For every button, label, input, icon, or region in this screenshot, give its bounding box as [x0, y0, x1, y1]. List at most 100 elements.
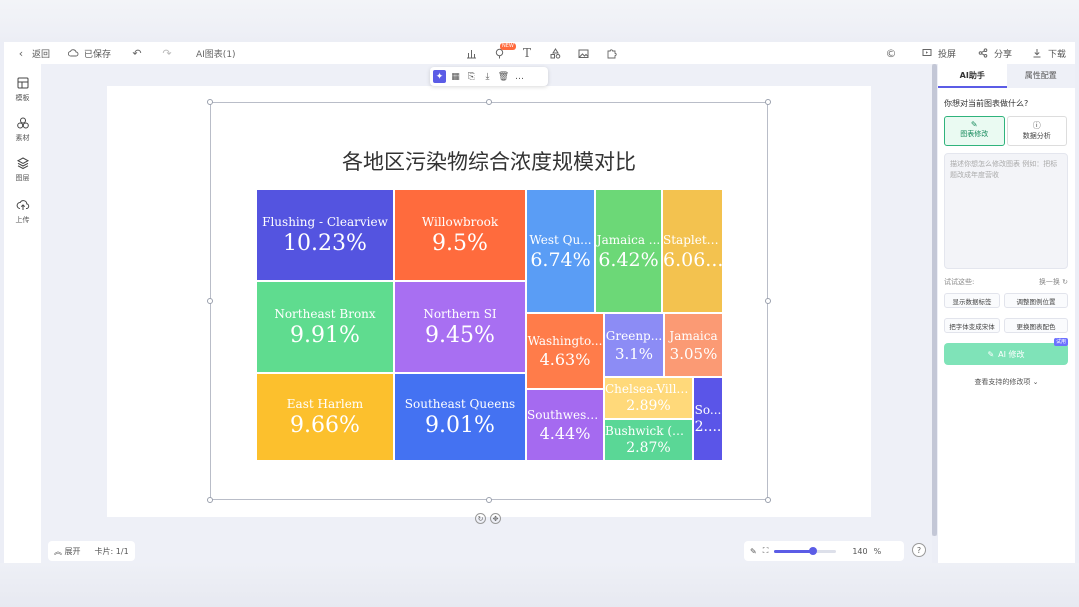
- move-icon[interactable]: ✥: [490, 513, 501, 524]
- bottom-band: [0, 563, 1079, 607]
- insert-shape-button[interactable]: [548, 42, 562, 64]
- resize-handle[interactable]: [486, 497, 492, 503]
- more-button[interactable]: …: [513, 70, 526, 83]
- resize-handle[interactable]: [207, 99, 213, 105]
- chevron-down-icon: ⌄: [1032, 378, 1039, 386]
- refresh-label: 换一换: [1038, 278, 1060, 286]
- download-element-button[interactable]: ⤓: [481, 70, 494, 83]
- top-toolbar: ‹ 返回 已保存 ↶ ↷ AI图表(1) NEW T © 投屏 分享 下载: [4, 42, 1075, 64]
- save-status: 已保存: [66, 42, 111, 64]
- view-supported-link[interactable]: 查看支持的修改项 ⌄: [938, 377, 1075, 387]
- copy-button[interactable]: ⎘: [465, 70, 478, 83]
- suggestion-header: 试试这些: 换一换 ↻: [944, 277, 1068, 287]
- insert-chart-button[interactable]: [464, 42, 478, 64]
- tab-ai-assistant[interactable]: AI助手: [938, 64, 1007, 88]
- tab-properties[interactable]: 属性配置: [1006, 64, 1075, 88]
- share-button[interactable]: 分享: [976, 42, 1012, 64]
- help-icon[interactable]: ?: [912, 543, 926, 557]
- expand-button[interactable]: ︽ 展开: [54, 546, 81, 557]
- resize-handle[interactable]: [765, 298, 771, 304]
- suggestion-chip[interactable]: 把字体变成宋体: [944, 318, 1000, 333]
- assistant-question: 你想对当前图表做什么?: [944, 99, 1029, 108]
- card-indicator[interactable]: 卡片: 1/1: [95, 546, 129, 557]
- info-icon: ⓘ: [1032, 121, 1041, 130]
- download-button[interactable]: 下载: [1030, 42, 1066, 64]
- copyright-icon: ©: [885, 46, 897, 60]
- scrollbar-thumb[interactable]: [932, 64, 937, 536]
- copyright-button[interactable]: ©: [884, 42, 898, 64]
- insert-image-button[interactable]: [576, 42, 590, 64]
- present-button[interactable]: 投屏: [920, 42, 956, 64]
- new-badge: NEW: [500, 43, 516, 50]
- try-label: 试试这些:: [944, 278, 975, 286]
- upload-icon: [16, 198, 30, 212]
- table-data-button[interactable]: ▦: [449, 70, 462, 83]
- ai-modify-button[interactable]: ✎ AI 修改 试用: [944, 338, 1068, 365]
- suggestion-chip[interactable]: 更换图表配色: [1004, 318, 1068, 333]
- rotate-move-controls: ↻ ✥: [475, 513, 501, 524]
- mode-edit-chart[interactable]: ✎ 图表修改: [944, 116, 1005, 146]
- bar-chart-icon: [464, 46, 478, 60]
- back-button[interactable]: ‹ 返回: [14, 42, 50, 64]
- chevron-up-icon: ︽: [54, 546, 62, 556]
- back-label: 返回: [32, 49, 51, 60]
- mode-selector: ✎ 图表修改 ⓘ 数据分析: [944, 116, 1067, 146]
- redo-button[interactable]: ↷: [160, 42, 174, 64]
- pen-icon[interactable]: ✎: [750, 547, 757, 556]
- fit-screen-icon[interactable]: ⛶: [763, 546, 769, 556]
- download-icon: [1030, 46, 1044, 60]
- undo-icon: ↶: [132, 46, 142, 60]
- present-icon: [920, 46, 934, 60]
- chart-title: 各地区污染物综合浓度规模对比: [342, 150, 636, 174]
- ai-magic-button[interactable]: ✦: [433, 70, 446, 83]
- sidebar-item-label: 模板: [15, 94, 30, 102]
- sidebar-item-upload[interactable]: 上传: [4, 198, 41, 225]
- prompt-input[interactable]: 描述你想怎么修改图表 例如：把标题改成年度营收: [944, 153, 1068, 269]
- rotate-icon[interactable]: ↻: [475, 513, 486, 524]
- suggestion-chip[interactable]: 显示数据标签: [944, 293, 1000, 308]
- document-title-text: AI图表(1): [196, 49, 236, 60]
- resize-handle[interactable]: [207, 298, 213, 304]
- sidebar-item-label: 图层: [15, 174, 30, 182]
- redo-icon: ↷: [162, 46, 172, 60]
- download-label: 下载: [1048, 49, 1067, 60]
- assets-icon: [16, 116, 30, 130]
- insert-plugin-button[interactable]: [604, 42, 618, 64]
- puzzle-icon: [604, 46, 618, 60]
- sidebar-item-assets[interactable]: 素材: [4, 116, 41, 143]
- insert-map-button[interactable]: NEW: [492, 42, 516, 64]
- left-sidebar: 模板 素材 图层 上传: [4, 64, 41, 563]
- zoom-value[interactable]: 140: [852, 547, 867, 556]
- resize-handle[interactable]: [765, 497, 771, 503]
- document-title[interactable]: AI图表(1): [196, 42, 236, 64]
- vertical-scrollbar[interactable]: [932, 64, 937, 536]
- mode-analyze-data[interactable]: ⓘ 数据分析: [1006, 116, 1067, 146]
- layers-icon: [16, 156, 30, 170]
- right-panel-tabs: AI助手 属性配置: [938, 64, 1075, 88]
- top-band: [0, 0, 1079, 42]
- zoom-slider-fill: [774, 549, 813, 553]
- element-toolbar: ✦ ▦ ⎘ ⤓ 🗑 …: [430, 67, 548, 86]
- zoom-slider-knob[interactable]: [808, 546, 817, 555]
- zoom-slider[interactable]: [774, 546, 837, 555]
- ai-modify-label: AI 修改: [998, 349, 1025, 359]
- resize-handle[interactable]: [765, 99, 771, 105]
- supported-label: 查看支持的修改项: [974, 378, 1031, 386]
- shapes-icon: [548, 46, 562, 60]
- chevron-left-icon: ‹: [18, 46, 24, 60]
- suggestion-chip[interactable]: 调整图例位置: [1004, 293, 1068, 308]
- refresh-icon: ↻: [1062, 278, 1068, 286]
- image-icon: [576, 46, 590, 60]
- present-label: 投屏: [938, 49, 957, 60]
- undo-button[interactable]: ↶: [130, 42, 144, 64]
- bottom-left-controls: ︽ 展开 卡片: 1/1: [48, 541, 135, 561]
- insert-text-button[interactable]: T: [520, 42, 534, 64]
- refresh-suggestions-button[interactable]: 换一换 ↻: [1039, 277, 1068, 287]
- resize-handle[interactable]: [207, 497, 213, 503]
- map-pin-icon: NEW: [492, 43, 516, 60]
- sidebar-item-template[interactable]: 模板: [4, 76, 41, 103]
- delete-button[interactable]: 🗑: [497, 70, 510, 83]
- share-icon: [976, 46, 990, 60]
- sidebar-item-layers[interactable]: 图层: [4, 156, 41, 183]
- resize-handle[interactable]: [486, 99, 492, 105]
